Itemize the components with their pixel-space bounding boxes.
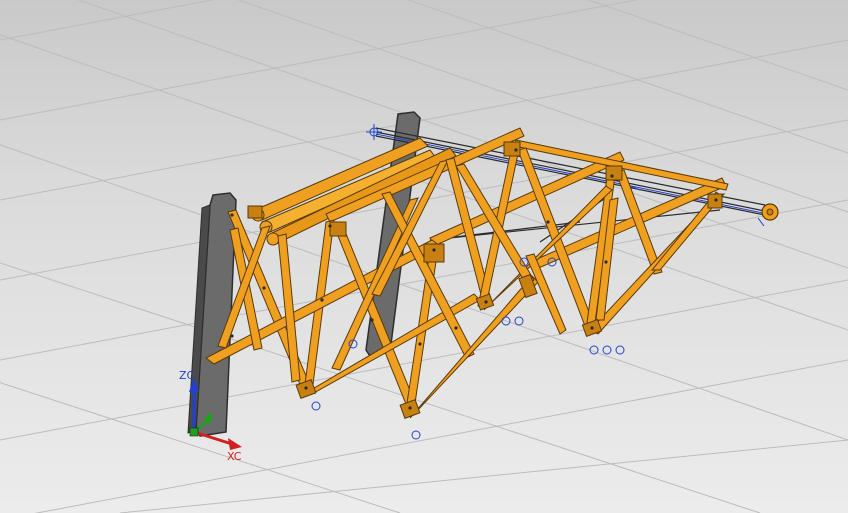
wcs-z-label: ZC [179,369,195,382]
end-pulley[interactable] [761,203,779,221]
wcs-x-label: XC [227,450,242,463]
model-scene[interactable] [0,0,848,513]
3d-viewport[interactable]: XC ZC [0,0,848,513]
truss-diagonals[interactable] [205,143,726,419]
